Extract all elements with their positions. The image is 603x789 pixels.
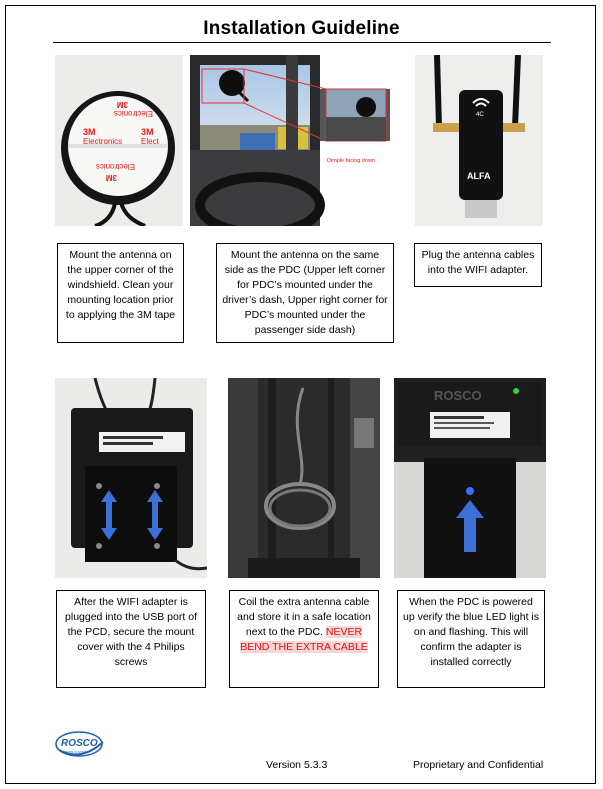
adapter-alfa-label: ALFA xyxy=(467,171,491,181)
logo-subtext: VISION SYSTEMS xyxy=(63,750,88,754)
step-6-box: When the PDC is powered up verify the bl… xyxy=(397,590,545,688)
step-1-box: Mount the antenna on the upper corner of… xyxy=(57,243,184,343)
tape-label-3m-left: 3M xyxy=(83,127,96,137)
pdc-led-photo: ROSCO xyxy=(394,378,546,578)
dimple-caption: Dimple facing down xyxy=(327,158,375,164)
windshield-mount-photo: Dimple facing down xyxy=(190,55,390,226)
wifi-adapter-photo: 4C ALFA xyxy=(415,55,543,226)
tape-label-electronics-top: Electronics xyxy=(114,109,153,118)
device-brand-label: ROSCO xyxy=(434,388,482,403)
version-label: Version 5.3.3 xyxy=(266,759,328,771)
tape-label-electronics-left: Electronics xyxy=(83,137,122,146)
step-1-text: Mount the antenna on the upper corner of… xyxy=(65,249,176,321)
tape-label-elect-right: Elect xyxy=(141,137,160,146)
step-2-box: Mount the antenna on the same side as th… xyxy=(216,243,394,343)
tape-label-3m-bottom: 3M xyxy=(106,173,117,182)
tape-label-3m-right: 3M xyxy=(141,127,154,137)
coiled-cable-photo xyxy=(228,378,380,578)
antenna-tape-photo: 3M Electronics 3M Electronics 3M Elect E… xyxy=(55,55,183,226)
tape-label-electronics-bottom: Electronics xyxy=(96,162,135,171)
step-5-box: Coil the extra antenna cable and store i… xyxy=(229,590,379,688)
page-title: Installation Guideline xyxy=(203,18,400,39)
step-3-box: Plug the antenna cables into the WIFI ad… xyxy=(414,243,542,287)
tape-label-3m-top: 3M xyxy=(117,100,128,109)
adapter-4c-label: 4C xyxy=(476,112,484,118)
step-4-text: After the WIFI adapter is plugged into t… xyxy=(65,596,197,668)
step-4-box: After the WIFI adapter is plugged into t… xyxy=(56,590,206,688)
title-rule xyxy=(53,42,551,43)
step-2-text: Mount the antenna on the same side as th… xyxy=(222,249,388,336)
mount-cover-photo xyxy=(55,378,207,578)
logo-text: ROSCO xyxy=(61,738,98,749)
step-3-text: Plug the antenna cables into the WIFI ad… xyxy=(421,249,535,276)
step-6-text: When the PDC is powered up verify the bl… xyxy=(403,596,539,668)
rosco-logo: ROSCO VISION SYSTEMS xyxy=(55,728,107,758)
confidential-label: Proprietary and Confidential xyxy=(413,759,544,771)
